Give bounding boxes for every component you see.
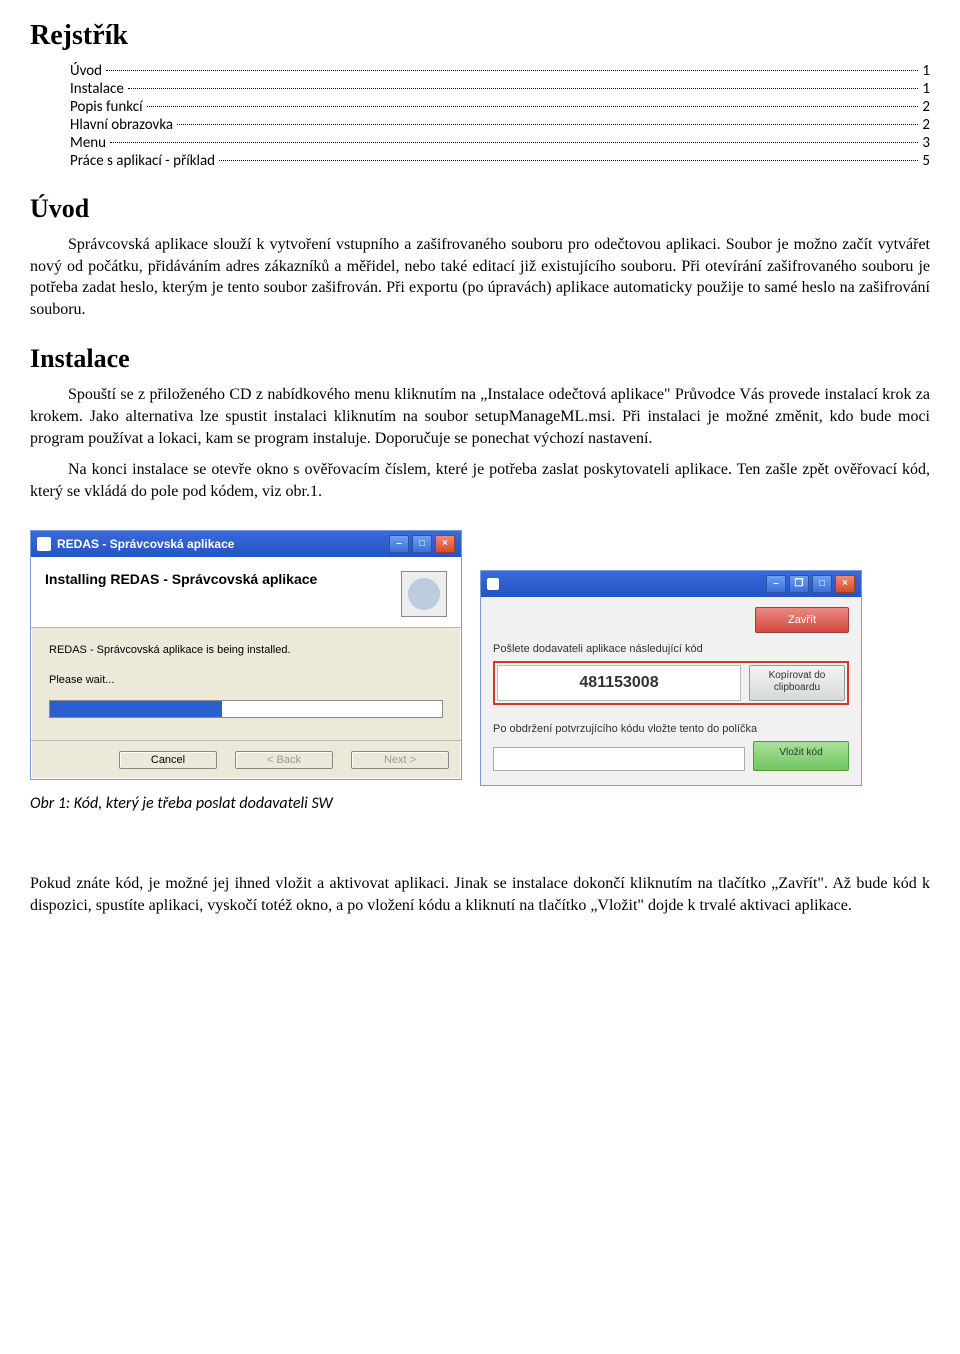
cancel-button[interactable]: Cancel [119,751,217,769]
paragraph-instalace-2: Na konci instalace se otevře okno s ověř… [30,459,930,502]
toc-dots [147,106,919,107]
app-icon [37,537,51,551]
verify-window: – ❐ □ × Zavřít Pošlete dodavateli aplika… [480,570,862,786]
close-button[interactable]: Zavřít [755,607,849,633]
installer-window: REDAS - Správcovská aplikace – □ × Insta… [30,530,462,780]
toc-label: Instalace [70,80,124,98]
maximize-icon[interactable]: □ [412,535,432,553]
installer-progress-fill [50,701,222,717]
toc-page: 2 [922,98,930,116]
paragraph-final: Pokud znáte kód, je možné jej ihned vlož… [30,873,930,916]
paragraph-uvod: Správcovská aplikace slouží k vytvoření … [30,234,930,320]
toc: Úvod 1 Instalace 1 Popis funkcí 2 Hlavní… [30,62,930,170]
heading-rejstrik: Rejstřík [30,20,930,52]
installer-titlebar: REDAS - Správcovská aplikace – □ × [31,531,461,557]
verify-titlebar: – ❐ □ × [481,571,861,597]
minimize-icon[interactable]: – [389,535,409,553]
installer-progressbar [49,700,443,718]
toc-page: 1 [922,62,930,80]
heading-instalace: Instalace [30,344,930,374]
toc-item: Menu 3 [70,134,930,152]
app-icon [487,578,499,590]
toc-item: Práce s aplikací - příklad 5 [70,152,930,170]
close-icon[interactable]: × [435,535,455,553]
installer-banner-icon [401,571,447,617]
code-highlight-frame: 481153008 Kopírovat do clipboardu [493,661,849,705]
next-button: Next > [351,751,449,769]
toc-page: 1 [922,80,930,98]
back-button: < Back [235,751,333,769]
toc-dots [219,160,918,161]
paragraph-instalace-1: Spouští se z přiloženého CD z nabídkovéh… [30,384,930,449]
insert-code-button[interactable]: Vložit kód [753,741,849,771]
maximize-icon[interactable]: □ [812,575,832,593]
toc-label: Hlavní obrazovka [70,116,173,134]
toc-page: 3 [922,134,930,152]
installer-banner: Installing REDAS - Správcovská aplikace [31,557,461,628]
installer-banner-title: Installing REDAS - Správcovská aplikace [45,571,317,587]
toc-item: Instalace 1 [70,80,930,98]
toc-label: Popis funkcí [70,98,143,116]
toc-item: Hlavní obrazovka 2 [70,116,930,134]
installer-wait: Please wait... [49,674,443,686]
verify-send-label: Pošlete dodavateli aplikace následující … [493,643,849,655]
toc-label: Práce s aplikací - příklad [70,152,215,170]
figure-1: REDAS - Správcovská aplikace – □ × Insta… [30,530,930,786]
toc-dots [106,70,918,71]
toc-label: Úvod [70,62,102,80]
installer-status: REDAS - Správcovská aplikace is being in… [49,644,443,656]
toc-item: Popis funkcí 2 [70,98,930,116]
minimize-icon[interactable]: – [766,575,786,593]
toc-dots [110,142,918,143]
confirmation-code-input[interactable] [493,747,745,771]
copy-clipboard-button[interactable]: Kopírovat do clipboardu [749,665,845,701]
figure-1-caption: Obr 1: Kód, který je třeba poslat dodava… [30,794,930,813]
toc-dots [128,88,919,89]
verification-code: 481153008 [497,665,741,701]
toc-page: 2 [922,116,930,134]
installer-title: REDAS - Správcovská aplikace [57,537,234,551]
toc-dots [177,124,918,125]
toc-item: Úvod 1 [70,62,930,80]
heading-uvod: Úvod [30,194,930,224]
close-icon[interactable]: × [835,575,855,593]
restore-icon[interactable]: ❐ [789,575,809,593]
toc-label: Menu [70,134,106,152]
verify-after-label: Po obdržení potvrzujícího kódu vložte te… [493,723,849,735]
installer-footer: Cancel < Back Next > [31,740,461,779]
toc-page: 5 [922,152,930,170]
